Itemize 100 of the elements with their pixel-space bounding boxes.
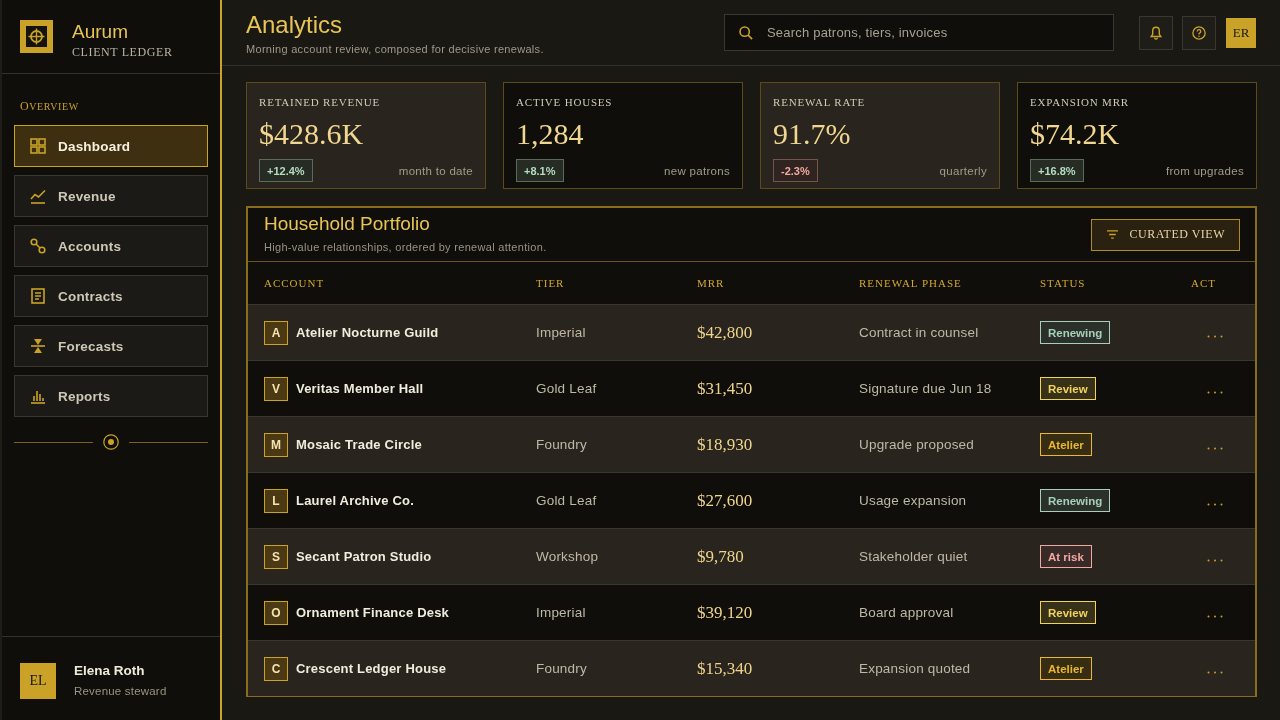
status-tag: At risk xyxy=(1040,545,1092,568)
page-title: Analytics xyxy=(246,11,344,39)
status-tag: Atelier xyxy=(1040,433,1092,456)
metric-label: EXPANSION MRR xyxy=(1030,96,1130,109)
brand-name: Aurum xyxy=(72,20,129,43)
tier-text: Gold Leaf xyxy=(536,381,597,396)
tier-text: Foundry xyxy=(536,661,587,676)
metric-value: 1,284 xyxy=(516,117,585,151)
metric-caption: month to date xyxy=(398,164,473,177)
more-icon xyxy=(1207,615,1223,618)
metric-label: RENEWAL RATE xyxy=(773,96,866,109)
tier-text: Imperial xyxy=(536,605,586,620)
more-icon xyxy=(1207,391,1223,394)
section-label: OVERVIEW xyxy=(20,100,79,113)
phase-text: Board approval xyxy=(859,605,954,620)
phase-text: Upgrade proposed xyxy=(859,437,975,452)
more-icon xyxy=(1207,559,1223,562)
initial-tile: C xyxy=(264,656,288,681)
mrr-value: $15,340 xyxy=(697,658,753,679)
column-header: STATUS xyxy=(1040,277,1086,289)
tier-text: Foundry xyxy=(536,437,587,452)
mrr-value: $9,780 xyxy=(697,546,744,567)
phase-text: Usage expansion xyxy=(859,493,967,508)
initial-tile: V xyxy=(264,376,288,401)
account-name: Laurel Archive Co. xyxy=(296,493,414,508)
document-icon xyxy=(30,288,46,304)
phase-text: Signature due Jun 18 xyxy=(859,381,992,396)
account-name: Crescent Ledger House xyxy=(296,661,447,676)
mrr-value: $18,930 xyxy=(697,434,753,455)
status-tag: Review xyxy=(1040,601,1096,624)
column-header: ACT xyxy=(1191,277,1216,289)
status-tag: Review xyxy=(1040,377,1096,400)
column-header: MRR xyxy=(697,277,725,289)
column-header: RENEWAL PHASE xyxy=(859,277,962,289)
mrr-value: $39,120 xyxy=(697,602,753,623)
notifications-button[interactable] xyxy=(1139,15,1173,50)
hourglass-icon xyxy=(30,338,46,354)
brand-tagline: CLIENT LEDGER xyxy=(72,44,173,59)
nav-item[interactable]: Dashboard xyxy=(14,125,208,167)
column-header: TIER xyxy=(536,277,565,289)
nav-item[interactable]: Forecasts xyxy=(14,325,208,367)
user-name: Elena Roth xyxy=(74,663,146,679)
more-icon xyxy=(1207,335,1223,338)
nav-item[interactable]: Revenue xyxy=(14,175,208,217)
tier-text: Gold Leaf xyxy=(536,493,597,508)
help-button[interactable] xyxy=(1182,15,1216,50)
metric-caption: quarterly xyxy=(939,164,987,177)
status-tag: Renewing xyxy=(1040,321,1111,344)
bell-icon xyxy=(1149,25,1163,40)
more-icon xyxy=(1207,503,1223,506)
account-name: Veritas Member Hall xyxy=(296,381,424,396)
phase-text: Stakeholder quiet xyxy=(859,549,968,564)
phase-text: Contract in counsel xyxy=(859,325,979,340)
logo-icon xyxy=(20,20,53,53)
more-icon xyxy=(1207,447,1223,450)
nav-item[interactable]: Contracts xyxy=(14,275,208,317)
panel-title: Household Portfolio xyxy=(264,213,431,235)
nav-item[interactable]: Reports xyxy=(14,375,208,417)
user-role: Revenue steward xyxy=(74,684,167,698)
initial-tile: O xyxy=(264,600,288,625)
delta-tag: +12.4% xyxy=(259,159,313,182)
mrr-value: $27,600 xyxy=(697,490,753,511)
metric-label: ACTIVE HOUSES xyxy=(516,96,614,109)
curated-view-button[interactable]: CURATED VIEW xyxy=(1090,218,1240,251)
metric-value: $428.6K xyxy=(259,117,365,151)
phase-text: Expansion quoted xyxy=(859,661,971,676)
metric-caption: new patrons xyxy=(664,164,730,177)
filter-icon xyxy=(1106,230,1118,239)
account-name: Mosaic Trade Circle xyxy=(296,437,422,452)
search-field[interactable]: Search patrons, tiers, invoices xyxy=(724,14,1114,51)
user-avatar[interactable]: ER xyxy=(1226,17,1256,48)
status-tag: Renewing xyxy=(1040,489,1111,512)
delta-tag: +16.8% xyxy=(1030,159,1084,182)
line-chart-icon xyxy=(30,188,46,204)
column-header: ACCOUNT xyxy=(264,277,325,289)
account-name: Secant Patron Studio xyxy=(296,549,432,564)
search-icon xyxy=(739,26,753,40)
metric-value: 91.7% xyxy=(773,117,852,151)
tier-text: Imperial xyxy=(536,325,586,340)
ring-dot-icon xyxy=(103,434,119,450)
account-name: Atelier Nocturne Guild xyxy=(296,325,439,340)
more-icon xyxy=(1207,671,1223,674)
metric-value: $74.2K xyxy=(1030,117,1121,151)
nav-item[interactable]: Accounts xyxy=(14,225,208,267)
metric-caption: from upgrades xyxy=(1165,164,1244,177)
help-icon xyxy=(1192,25,1206,40)
bar-chart-icon xyxy=(30,388,46,404)
user-avatar: EL xyxy=(20,662,56,699)
mrr-value: $42,800 xyxy=(697,322,753,343)
metric-label: RETAINED REVENUE xyxy=(259,96,381,109)
initial-tile: M xyxy=(264,432,288,457)
tier-text: Workshop xyxy=(536,549,599,564)
initial-tile: S xyxy=(264,544,288,569)
linked-circles-icon xyxy=(30,238,46,254)
mrr-value: $31,450 xyxy=(697,378,753,399)
delta-tag: +8.1% xyxy=(516,159,564,182)
page-subtitle: Morning account review, composed for decisive renewals. xyxy=(246,42,545,56)
account-name: Ornament Finance Desk xyxy=(296,605,450,620)
delta-tag: -2.3% xyxy=(773,159,818,182)
initial-tile: A xyxy=(264,320,288,345)
